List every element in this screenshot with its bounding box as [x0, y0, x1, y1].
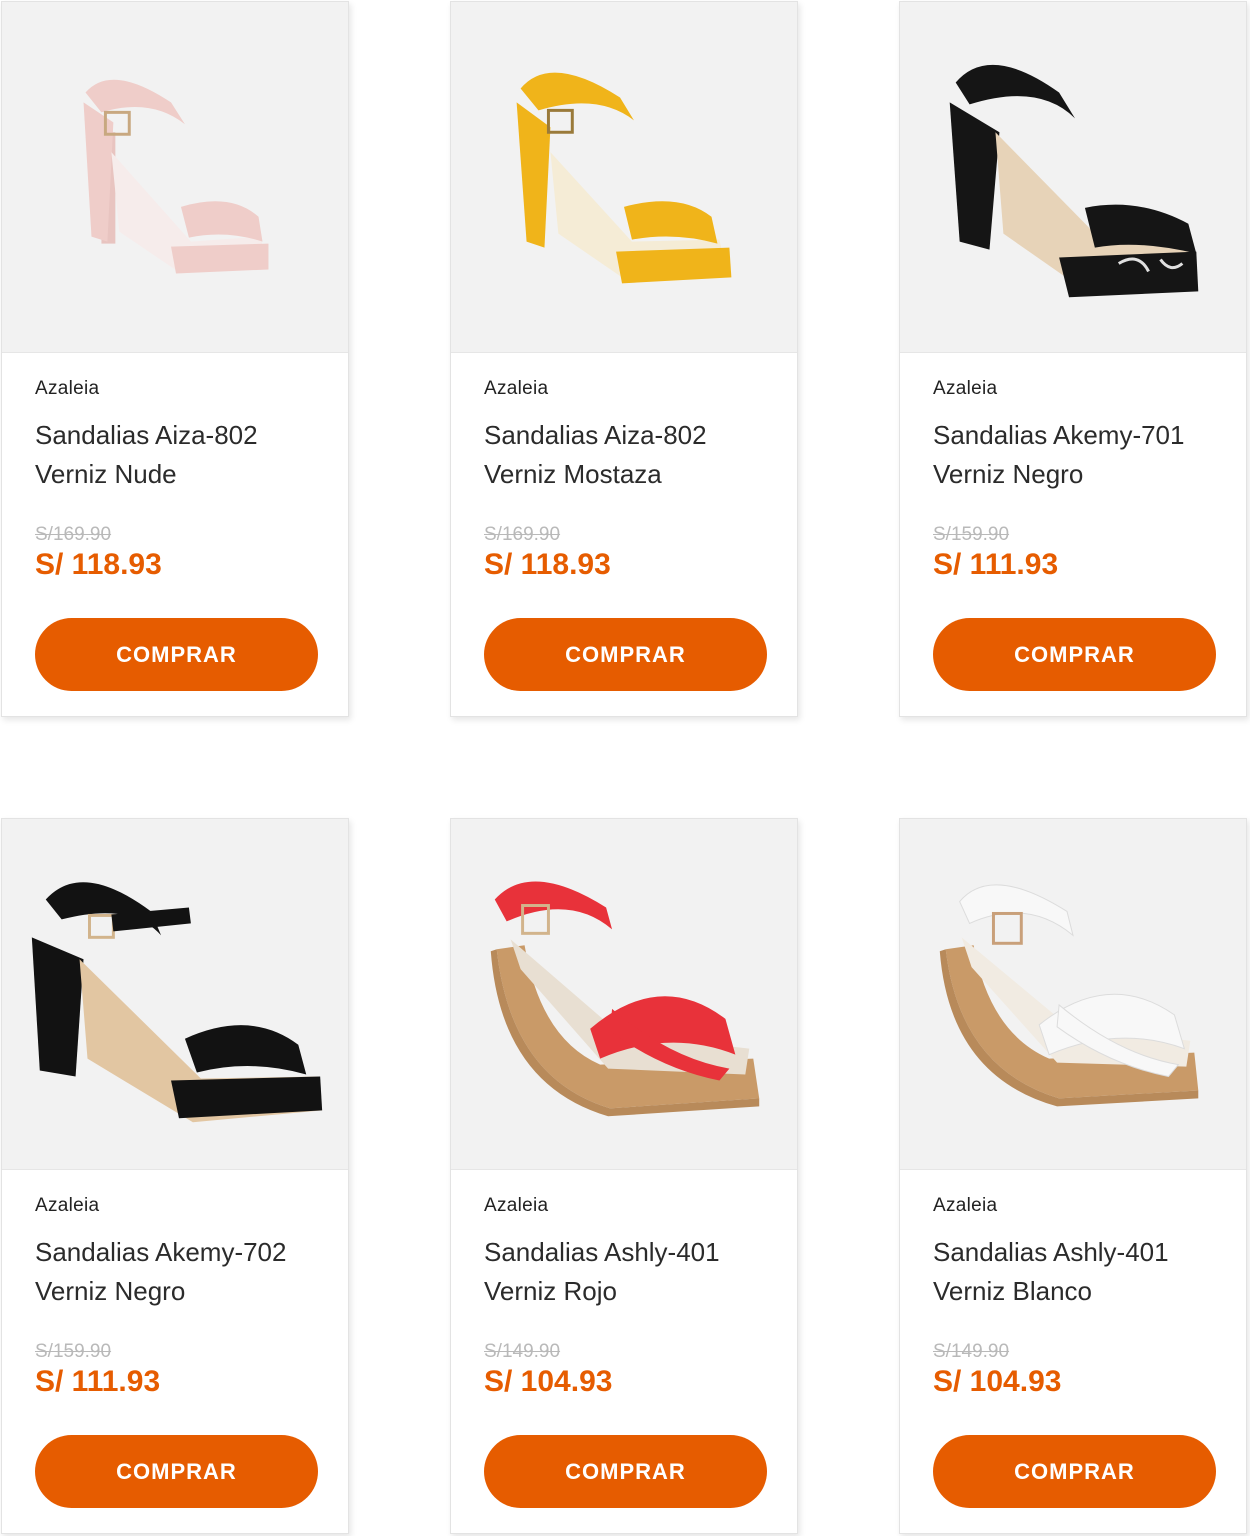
sale-price: S/ 104.93 — [484, 1365, 613, 1398]
buy-button[interactable]: COMPRAR — [35, 1435, 318, 1508]
buy-button[interactable]: COMPRAR — [933, 1435, 1216, 1508]
original-price: S/149.90 — [484, 1341, 561, 1362]
product-card[interactable]: Azaleia Sandalias Akemy-702 Verniz Negro… — [1, 818, 349, 1534]
buy-button[interactable]: COMPRAR — [933, 618, 1216, 691]
original-price: S/169.90 — [484, 524, 561, 545]
brand-label: Azaleia — [35, 378, 100, 399]
product-image[interactable] — [2, 2, 348, 353]
product-card[interactable]: Azaleia Sandalias Aiza-802 Verniz Mostaz… — [450, 1, 798, 717]
block-heel-sandal-image — [516, 72, 732, 284]
product-card[interactable]: Azaleia Sandalias Ashly-401 Verniz Rojo … — [450, 818, 798, 1534]
sale-price: S/ 104.93 — [933, 1365, 1062, 1398]
product-image[interactable] — [2, 819, 348, 1170]
product-image[interactable] — [900, 2, 1246, 353]
product-image[interactable] — [900, 819, 1246, 1170]
product-name[interactable]: Sandalias Aiza-802 Verniz Nude — [35, 416, 335, 494]
original-price: S/159.90 — [35, 1341, 112, 1362]
product-image[interactable] — [451, 2, 797, 353]
product-image[interactable] — [451, 819, 797, 1170]
buy-button[interactable]: COMPRAR — [484, 1435, 767, 1508]
original-price: S/149.90 — [933, 1341, 1010, 1362]
product-name[interactable]: Sandalias Ashly-401 Verniz Rojo — [484, 1233, 784, 1311]
brand-label: Azaleia — [933, 1195, 998, 1216]
product-name[interactable]: Sandalias Akemy-701 Verniz Negro — [933, 416, 1233, 494]
buy-button[interactable]: COMPRAR — [35, 618, 318, 691]
product-name[interactable]: Sandalias Aiza-802 Verniz Mostaza — [484, 416, 784, 494]
brand-label: Azaleia — [484, 1195, 549, 1216]
sale-price: S/ 118.93 — [484, 548, 611, 581]
product-name[interactable]: Sandalias Akemy-702 Verniz Negro — [35, 1233, 335, 1311]
product-card[interactable]: Azaleia Sandalias Akemy-701 Verniz Negro… — [899, 1, 1247, 717]
brand-label: Azaleia — [933, 378, 998, 399]
sale-price: S/ 111.93 — [35, 1365, 161, 1398]
block-heel-sandal-image — [83, 79, 269, 274]
sale-price: S/ 118.93 — [35, 548, 162, 581]
buy-button[interactable]: COMPRAR — [484, 618, 767, 691]
brand-label: Azaleia — [35, 1195, 100, 1216]
brand-label: Azaleia — [484, 378, 549, 399]
block-heel-sandal-image — [31, 882, 323, 1123]
product-grid: Azaleia Sandalias Aiza-802 Verniz Nude S… — [0, 0, 1250, 1536]
sale-price: S/ 111.93 — [933, 548, 1059, 581]
wedge-sandal-image — [490, 881, 760, 1117]
product-name[interactable]: Sandalias Ashly-401 Verniz Blanco — [933, 1233, 1233, 1311]
original-price: S/169.90 — [35, 524, 112, 545]
wedge-sandal-image — [939, 884, 1199, 1107]
product-card[interactable]: Azaleia Sandalias Ashly-401 Verniz Blanc… — [899, 818, 1247, 1534]
product-card[interactable]: Azaleia Sandalias Aiza-802 Verniz Nude S… — [1, 1, 349, 717]
original-price: S/159.90 — [933, 524, 1010, 545]
block-heel-sandal-image — [949, 64, 1199, 298]
